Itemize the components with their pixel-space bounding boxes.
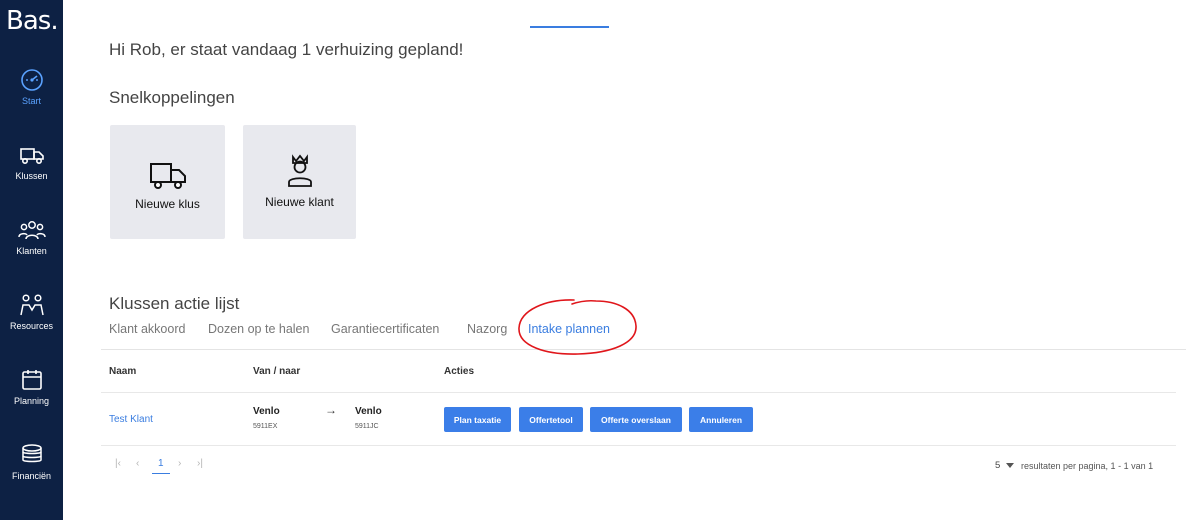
next-page-button[interactable]: › [178,458,181,469]
coins-icon [21,444,42,463]
tab-garantiecertificaten[interactable]: Garantiecertificaten [331,322,439,336]
chevron-down-icon [1006,463,1014,468]
nav-item-planning[interactable]: Planning [0,368,63,432]
from-zip: 5911EX [253,423,278,430]
sidebar: Bas. Start Klussen Klanten Resources Pla… [0,0,63,520]
shortcut-new-job[interactable]: Nieuwe klus [110,125,225,239]
table-divider [101,392,1176,393]
results-summary: resultaten per pagina, 1 - 1 van 1 [1021,461,1154,471]
table-divider [101,445,1176,446]
to-city: Venlo [355,406,382,417]
dashboard-icon [20,69,43,91]
nav-label: Planning [13,396,50,406]
shortcut-label: Nieuwe klus [135,197,200,211]
truck-icon [149,163,186,189]
tab-dozen-op-te-halen[interactable]: Dozen op te halen [208,322,309,336]
first-page-button[interactable]: |‹ [115,458,121,469]
greeting: Hi Rob, er staat vandaag 1 verhuizing ge… [109,40,464,59]
tab-klant-akkoord[interactable]: Klant akkoord [109,322,185,336]
app-logo[interactable]: Bas. [6,6,59,36]
last-page-button[interactable]: ›| [197,458,203,469]
plan-taxatie-button[interactable]: Plan taxatie [444,407,511,432]
calendar-icon [21,370,42,390]
column-header-naam: Naam [109,366,137,377]
nav-item-klussen[interactable]: Klussen [0,143,63,207]
nav-label: Financiën [11,471,52,481]
offerte-overslaan-button[interactable]: Offerte overslaan [590,407,682,432]
to-zip: 5911JC [355,423,379,430]
truck-icon [19,148,44,165]
nav-label: Start [21,96,41,106]
per-page-value: 5 [995,460,1001,471]
prev-page-button[interactable]: ‹ [136,458,139,469]
client-name-link[interactable]: Test Klant [109,414,153,425]
people-icon [19,294,44,316]
column-header-van-naar: Van / naar [253,366,301,377]
from-city: Venlo [253,406,280,417]
nav-item-financien[interactable]: Financiën [0,443,63,507]
active-tab-indicator [530,26,609,28]
tabs-divider [101,349,1186,350]
nav-label: Resources [9,321,54,331]
page-number-current[interactable]: 1 [158,458,164,469]
tab-nazorg[interactable]: Nazorg [467,322,507,336]
nav-label: Klussen [15,171,48,181]
users-icon [17,221,46,240]
nav-item-resources[interactable]: Resources [0,293,63,357]
annotation-circle [518,299,637,355]
arrow-right-icon: → [325,403,337,417]
shortcut-label: Nieuwe klant [265,195,334,209]
shortcuts-title: Snelkoppelingen [109,88,235,107]
column-header-acties: Acties [444,366,475,377]
shortcut-new-client[interactable]: Nieuwe klant [243,125,356,239]
person-icon [287,154,312,187]
nav-item-start[interactable]: Start [0,68,63,132]
offertetool-button[interactable]: Offertetool [519,407,583,432]
nav-label: Klanten [16,246,47,256]
current-page-indicator [152,473,170,474]
nav-item-klanten[interactable]: Klanten [0,218,63,282]
main-content: Hi Rob, er staat vandaag 1 verhuizing ge… [63,0,1200,520]
annuleren-button[interactable]: Annuleren [689,407,753,432]
actions-title: Klussen actie lijst [109,294,240,313]
